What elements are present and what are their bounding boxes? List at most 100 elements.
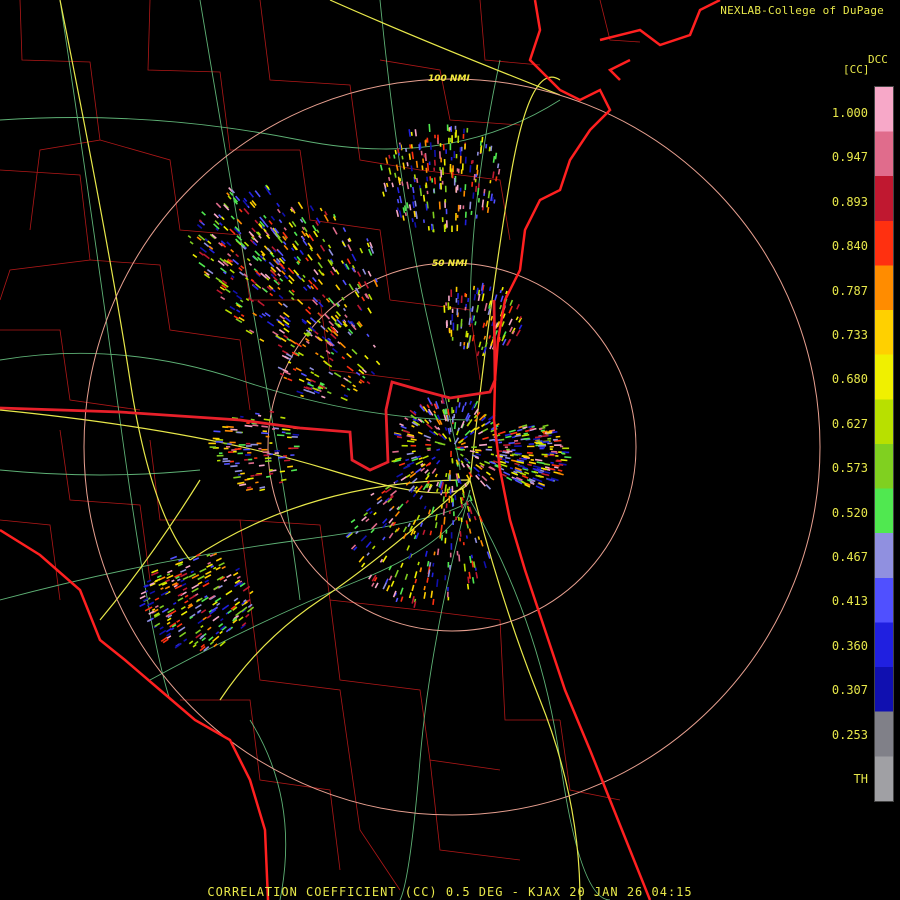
echo-bin [465, 293, 468, 298]
echo-bin [464, 211, 467, 218]
echo-bin [226, 446, 231, 448]
echo-bin [561, 452, 565, 455]
echo-bin [442, 143, 445, 151]
echo-bin [287, 436, 292, 439]
echo-bin [246, 445, 252, 447]
echo-bin [229, 441, 236, 444]
echo-bin [456, 214, 459, 218]
echo-bin [450, 156, 453, 161]
echo-bin [449, 474, 451, 482]
legend-tick-label: 0.253 [831, 727, 868, 742]
legend-tick-label: 0.893 [831, 194, 868, 209]
echo-bin [274, 450, 280, 452]
echo-bin [456, 550, 459, 556]
echo-bin [476, 151, 479, 156]
echo-bin [504, 446, 508, 448]
echo-bin [451, 135, 453, 143]
echo-bin [455, 186, 458, 193]
echo-bin [243, 448, 251, 451]
echo-bin [502, 451, 506, 454]
echo-bin [449, 320, 452, 325]
echo-bin [460, 447, 464, 449]
echo-bin [449, 163, 452, 172]
echo-bin [451, 314, 454, 321]
echo-bin [555, 455, 559, 457]
echo-bin [454, 125, 457, 130]
echo-bin [245, 454, 251, 456]
echo-bin [258, 447, 262, 450]
echo-bin [538, 444, 547, 447]
echo-bin [449, 488, 452, 495]
legend-tick-label: 0.520 [831, 505, 868, 520]
legend-tick-label: 0.733 [831, 328, 868, 342]
echo-bin [445, 503, 448, 509]
ring-label-100nmi: 100 NMI [428, 74, 470, 84]
echo-bin [462, 205, 465, 209]
echo-bin [265, 435, 270, 438]
echo-bin [443, 159, 446, 166]
echo-bin [262, 451, 270, 454]
echo-bin [451, 496, 453, 503]
echo-bin [434, 134, 436, 139]
echo-bin [463, 190, 466, 197]
echo-bin [450, 329, 453, 337]
echo-bin [244, 458, 249, 461]
echo-bin [452, 409, 455, 414]
echo-bin [256, 442, 262, 445]
echo-bin [448, 295, 450, 302]
echo-bin [466, 127, 469, 133]
echo-bin [455, 516, 458, 521]
echo-bin [459, 147, 462, 153]
echo-bin [425, 443, 432, 446]
echo-bin [537, 440, 541, 443]
echo-bin [448, 470, 451, 475]
echo-bin [401, 444, 408, 447]
echo-bin [441, 180, 444, 185]
echo-bin [432, 189, 435, 193]
color-scale-bar [874, 86, 894, 802]
echo-bin [290, 454, 295, 457]
echo-bin [459, 155, 462, 164]
echo-bin [445, 149, 447, 154]
echo-bin [274, 452, 279, 454]
echo-bin [432, 229, 435, 233]
echo-bin [451, 337, 454, 341]
echo-bin [452, 520, 454, 526]
echo-bin [291, 447, 299, 450]
echo-bin [452, 322, 455, 331]
echo-bin [450, 543, 453, 550]
echo-bin [291, 435, 298, 438]
echo-bin [222, 458, 228, 460]
echo-bin [464, 445, 469, 448]
echo-bin [464, 143, 466, 150]
legend-tick-label: 0.680 [831, 372, 868, 387]
echo-bin [451, 225, 453, 232]
echo-bin [215, 440, 224, 443]
echo-bin [449, 127, 451, 131]
echo-bin [539, 446, 545, 449]
echo-bin [450, 289, 453, 297]
echo-bin [281, 431, 286, 434]
echo-bin [208, 442, 216, 445]
legend-tick-label: 0.360 [831, 638, 868, 653]
echo-bin [457, 168, 460, 174]
echo-bin [451, 502, 454, 507]
echo-bin [442, 167, 444, 175]
echo-bin [238, 444, 246, 446]
echo-bin [233, 450, 237, 453]
echo-bin [209, 446, 216, 448]
echo-bin [549, 445, 554, 448]
echo-bin [511, 449, 516, 452]
echo-bin [562, 447, 570, 450]
echo-bin [449, 143, 452, 151]
echo-bin [447, 302, 450, 311]
echo-bin [471, 446, 477, 449]
echo-bin [455, 154, 458, 159]
echo-bin [428, 161, 431, 166]
echo-bin [464, 306, 467, 311]
echo-bin [447, 591, 449, 598]
echo-bin [445, 208, 448, 215]
echo-bin [237, 452, 243, 455]
echo-bin [471, 160, 474, 164]
legend-tick-label: TH [853, 772, 868, 786]
